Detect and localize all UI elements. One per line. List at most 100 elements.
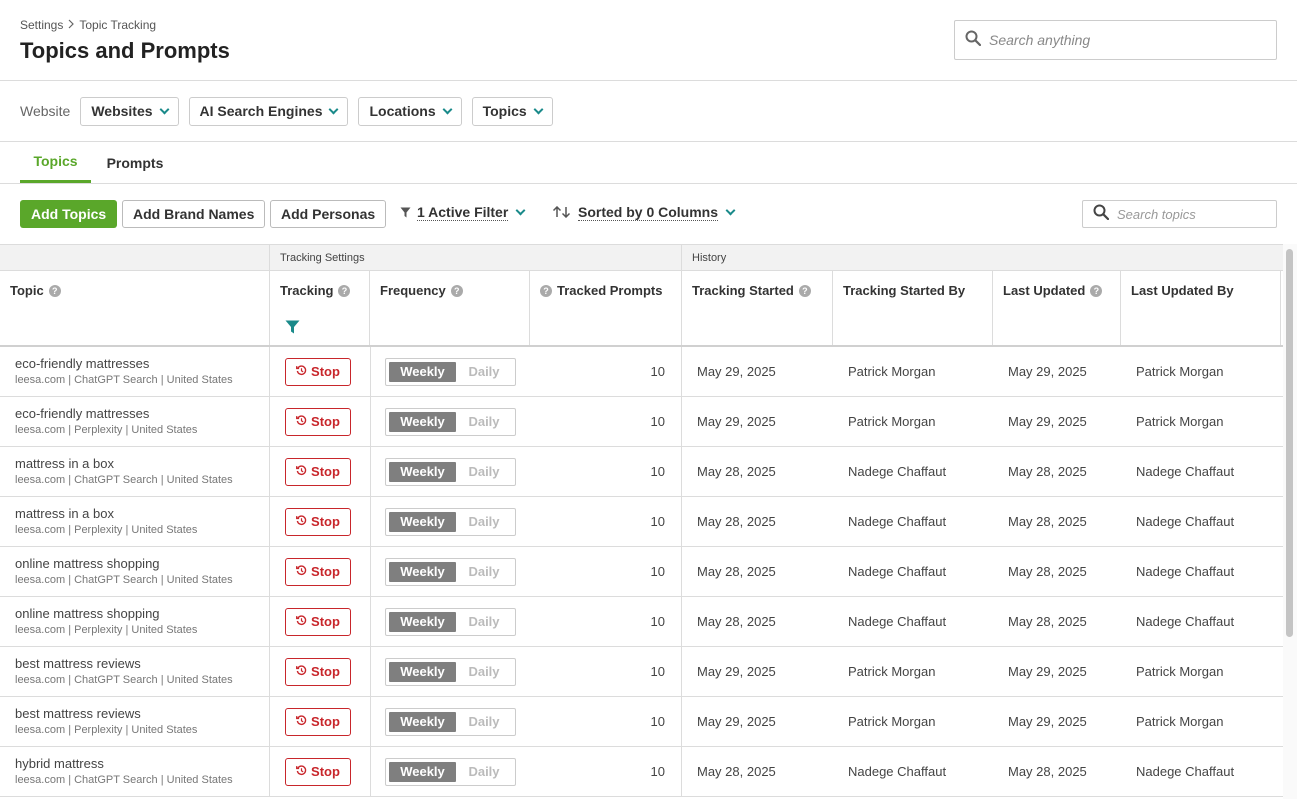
tracked-prompts-cell: 10 (530, 597, 682, 646)
stop-tracking-button[interactable]: Stop (285, 357, 351, 386)
frequency-toggle[interactable]: Weekly Daily (385, 407, 516, 436)
table-row: best mattress reviews leesa.com | ChatGPT… (0, 647, 1283, 697)
page-header: Settings Topic Tracking Topics and Promp… (0, 0, 1297, 81)
topic-meta: leesa.com | ChatGPT Search | United Stat… (15, 374, 233, 386)
chevron-right-icon (67, 18, 75, 32)
add-topics-button[interactable]: Add Topics (20, 200, 118, 228)
frequency-weekly-option[interactable]: Weekly (389, 411, 456, 432)
frequency-toggle[interactable]: Weekly Daily (385, 607, 516, 636)
stop-tracking-button[interactable]: Stop (285, 707, 351, 736)
frequency-toggle[interactable]: Weekly Daily (385, 707, 516, 736)
topic-search-input[interactable] (1117, 206, 1267, 222)
col-frequency[interactable]: Frequency? (370, 271, 530, 345)
tab-topics[interactable]: Topics (20, 142, 91, 183)
help-icon[interactable]: ? (798, 285, 811, 297)
scrollbar-thumb[interactable] (1286, 249, 1293, 637)
col-last-updated-by-label: Last Updated By (1131, 283, 1234, 298)
websites-dropdown[interactable]: Websites (80, 96, 179, 126)
frequency-weekly-option[interactable]: Weekly (389, 511, 456, 532)
last-updated-by-cell: Patrick Morgan (1136, 364, 1224, 379)
stop-label: Stop (311, 714, 340, 729)
frequency-cell: Weekly Daily (385, 547, 530, 596)
vertical-scrollbar[interactable] (1283, 244, 1297, 799)
topic-meta: leesa.com | Perplexity | United States (15, 424, 198, 436)
frequency-daily-option[interactable]: Daily (456, 564, 512, 579)
tracking-filter-icon[interactable] (285, 320, 300, 339)
help-icon[interactable]: ? (450, 285, 463, 297)
frequency-toggle[interactable]: Weekly Daily (385, 557, 516, 586)
last-updated-cell: May 28, 2025 (1008, 564, 1087, 579)
col-tracking-started-by[interactable]: Tracking Started By (833, 271, 993, 345)
frequency-daily-option[interactable]: Daily (456, 764, 512, 779)
locations-dropdown[interactable]: Locations (358, 96, 462, 126)
col-tracked-prompts[interactable]: ? Tracked Prompts (530, 271, 682, 345)
stop-tracking-button[interactable]: Stop (285, 557, 351, 586)
global-search[interactable] (954, 20, 1277, 60)
frequency-toggle[interactable]: Weekly Daily (385, 657, 516, 686)
tracking-started-cell: May 29, 2025 (697, 664, 776, 679)
col-last-updated[interactable]: Last Updated? (993, 271, 1121, 345)
last-updated-by-cell: Patrick Morgan (1136, 664, 1224, 679)
frequency-weekly-option[interactable]: Weekly (389, 711, 456, 732)
frequency-daily-option[interactable]: Daily (456, 514, 512, 529)
frequency-weekly-option[interactable]: Weekly (389, 561, 456, 582)
breadcrumb-topic-tracking[interactable]: Topic Tracking (79, 18, 156, 32)
history-icon (296, 714, 307, 729)
col-topic[interactable]: Topic? (0, 271, 270, 345)
stop-tracking-button[interactable]: Stop (285, 407, 351, 436)
col-last-updated-by[interactable]: Last Updated By (1121, 271, 1281, 345)
frequency-daily-option[interactable]: Daily (456, 664, 512, 679)
topic-meta: leesa.com | ChatGPT Search | United Stat… (15, 774, 233, 786)
frequency-daily-option[interactable]: Daily (456, 364, 512, 379)
breadcrumb-settings[interactable]: Settings (20, 18, 63, 32)
topics-dropdown[interactable]: Topics (471, 96, 553, 126)
stop-tracking-button[interactable]: Stop (285, 607, 351, 636)
stop-tracking-button[interactable]: Stop (285, 457, 351, 486)
frequency-weekly-option[interactable]: Weekly (389, 611, 456, 632)
help-icon[interactable]: ? (48, 285, 61, 297)
table-row: mattress in a box leesa.com | Perplexity … (0, 497, 1283, 547)
topic-name: online mattress shopping (15, 556, 160, 571)
ai-search-engines-dropdown[interactable]: AI Search Engines (188, 96, 349, 126)
stop-tracking-button[interactable]: Stop (285, 507, 351, 536)
last-updated-cell: May 28, 2025 (1008, 764, 1087, 779)
frequency-toggle[interactable]: Weekly Daily (385, 457, 516, 486)
topic-cell: eco-friendly mattresses leesa.com | Perpl… (0, 397, 270, 446)
table-row: mattress in a box leesa.com | ChatGPT Sea… (0, 447, 1283, 497)
last-updated-by-cell: Nadege Chaffaut (1136, 564, 1235, 579)
frequency-daily-option[interactable]: Daily (456, 414, 512, 429)
tracking-cell: Stop (285, 747, 370, 796)
stop-label: Stop (311, 614, 340, 629)
tracking-cell: Stop (285, 397, 370, 446)
websites-dropdown-label: Websites (91, 103, 153, 119)
frequency-toggle[interactable]: Weekly Daily (385, 507, 516, 536)
help-icon[interactable]: ? (1090, 285, 1103, 297)
active-filter-toggle[interactable]: 1 Active Filter (400, 204, 526, 221)
help-icon[interactable]: ? (540, 285, 552, 297)
sort-toggle[interactable]: Sorted by 0 Columns (552, 204, 736, 221)
history-icon (296, 364, 307, 379)
add-personas-button[interactable]: Add Personas (270, 200, 387, 228)
col-tracking-started[interactable]: Tracking Started? (682, 271, 833, 345)
frequency-weekly-option[interactable]: Weekly (389, 461, 456, 482)
filter-icon (400, 205, 411, 221)
frequency-weekly-option[interactable]: Weekly (389, 361, 456, 382)
stop-tracking-button[interactable]: Stop (285, 757, 351, 786)
frequency-weekly-option[interactable]: Weekly (389, 761, 456, 782)
column-group-row: Tracking Settings History (0, 244, 1283, 271)
help-icon[interactable]: ? (338, 285, 351, 297)
page-title: Topics and Prompts (20, 38, 230, 63)
add-brand-names-button[interactable]: Add Brand Names (122, 200, 266, 228)
frequency-weekly-option[interactable]: Weekly (389, 661, 456, 682)
stop-tracking-button[interactable]: Stop (285, 657, 351, 686)
frequency-toggle[interactable]: Weekly Daily (385, 357, 516, 386)
tab-prompts[interactable]: Prompts (100, 142, 170, 183)
tracking-started-cell: May 28, 2025 (697, 614, 776, 629)
tracking-started-cell: May 29, 2025 (697, 414, 776, 429)
global-search-input[interactable] (989, 32, 1249, 48)
topic-search[interactable] (1082, 200, 1277, 228)
frequency-toggle[interactable]: Weekly Daily (385, 757, 516, 786)
frequency-daily-option[interactable]: Daily (456, 464, 512, 479)
frequency-daily-option[interactable]: Daily (456, 614, 512, 629)
frequency-daily-option[interactable]: Daily (456, 714, 512, 729)
